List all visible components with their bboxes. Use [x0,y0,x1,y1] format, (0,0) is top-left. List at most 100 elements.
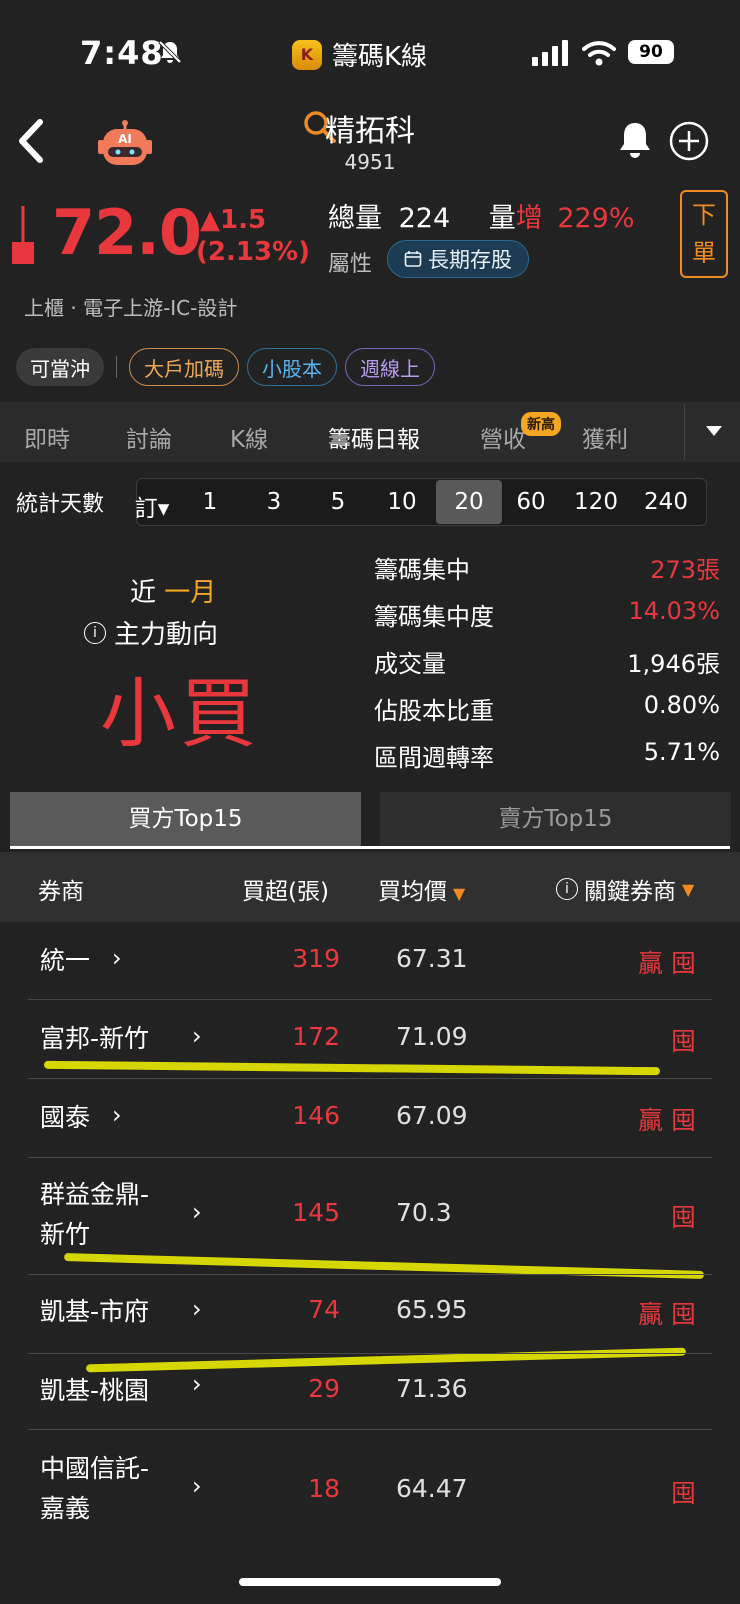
main-trend-label: i 主力動向 [84,614,218,651]
new-high-badge: 新高 [521,412,561,436]
tag-weekly[interactable]: 週線上 [345,348,435,386]
bell-icon[interactable] [616,120,654,162]
vol-inc-label: 量 [488,203,516,234]
add-circle-icon[interactable] [668,120,710,162]
day-option-10[interactable]: 10 [372,489,432,515]
day-option-240[interactable]: 240 [631,489,701,515]
flag-hold: 囤 [670,949,704,978]
stat-volume: 成交量 1,946張 [374,644,720,679]
tab-chip-daily[interactable]: 籌碼日報 [328,420,420,454]
tab-bar: 即時 討論 K線 籌碼日報 營收 獲利 [0,402,740,462]
day-option-20[interactable]: 20 [436,480,502,524]
info-icon[interactable]: i [84,621,106,644]
th-broker: 券商 [38,879,84,905]
key-flags: 贏囤 [638,1101,704,1137]
tab-buy-top15[interactable]: 買方Top15 [10,792,361,846]
stat-value: 273張 [650,556,720,584]
flag-hold: 囤 [670,1300,704,1329]
stat-concentration-ratio: 籌碼集中度 14.03% [374,597,720,632]
chevron-right-icon: › [192,1370,202,1398]
stat-value: 5.71% [643,738,720,766]
table-row[interactable]: 凱基-桃園 › 29 71.36 [0,1354,740,1430]
tab-sell-top15[interactable]: 賣方Top15 [380,792,731,846]
stat-label: 籌碼集中度 [374,603,494,631]
stat-value: 0.80% [643,691,720,719]
th-net[interactable]: 買超(張) [242,872,329,906]
sort-caret-icon: ▼ [453,884,466,903]
tag-big-holder[interactable]: 大戶加碼 [129,348,239,386]
broker-name: 凱基-桃園 [40,1376,150,1405]
status-time: 7:48 [80,34,164,72]
chevron-right-icon: › [192,1295,202,1323]
chevron-right-icon: › [112,1101,122,1129]
broker-name-line2: 新竹 [40,1220,91,1249]
avg-price: 65.95 [396,1295,468,1324]
stat-value: 1,946張 [627,650,720,678]
tab-revenue[interactable]: 營收 [480,420,526,454]
status-app-name: 籌碼K線 [332,42,428,72]
table-row[interactable]: 中國信託- 嘉義 › 18 64.47 囤 [0,1430,740,1550]
sort-caret-icon: ▼ [682,879,695,899]
broker-name: 統一 [40,946,91,975]
industry-label: 上櫃 · 電子上游-IC-設計 [24,296,238,320]
days-label: 統計天數 [16,492,105,517]
volume-label: 總量 [328,203,382,234]
tab-discussion[interactable]: 討論 [126,420,172,454]
flag-hold: 囤 [670,1027,704,1056]
price-change-value: ▲1.5 [200,205,267,235]
price-change-pct: (2.13%) [196,237,310,267]
stat-label: 區間週轉率 [374,744,494,772]
day-option-3[interactable]: 3 [244,489,304,515]
dropdown-triangle-icon[interactable] [704,424,724,438]
net-buy: 172 [292,1022,340,1051]
avg-price: 71.36 [396,1374,468,1403]
avg-price: 71.09 [396,1022,468,1051]
stock-price: 72.0 [52,196,202,269]
period-value: 一月 [164,578,217,608]
day-option-1[interactable]: 1 [180,489,240,515]
th-avg[interactable]: 買均價 ▼ [378,872,465,906]
key-flags: 囤 [671,1022,704,1058]
flag-hold: 囤 [670,1479,704,1508]
attribute-label: 屬性 [328,252,373,277]
stat-value: 14.03% [628,597,720,625]
day-option-120[interactable]: 120 [561,489,631,515]
key-flags: 贏囤 [638,1295,704,1331]
tag-divider [116,356,117,378]
order-label-2: 單 [692,239,716,267]
main-trend-value: 小買 [100,669,260,758]
period-label: 近 一月 [130,572,216,609]
day-custom[interactable]: 訂▾ [131,489,173,523]
broker-name: 群益金鼎- [40,1180,150,1209]
avg-price: 64.47 [396,1474,468,1503]
th-key-broker[interactable]: i 關鍵券商 ▼ [556,872,694,906]
stat-label: 成交量 [374,650,446,678]
silent-bell-icon [158,40,182,64]
net-buy: 29 [308,1374,340,1403]
volume-line: 總量 224 量增 229% [328,196,635,235]
broker-name: 凱基-市府 [40,1297,150,1326]
home-indicator[interactable] [239,1578,501,1586]
broker-name-line2: 嘉義 [40,1494,91,1523]
day-selector: 訂▾ 1 3 5 10 20 60 120 240 [135,478,707,526]
avg-price: 67.09 [396,1101,468,1130]
day-option-5[interactable]: 5 [308,489,368,515]
avg-price: 67.31 [396,944,468,973]
tab-realtime[interactable]: 即時 [24,420,70,454]
info-icon[interactable]: i [556,878,578,900]
price-candle-icon [12,206,34,264]
order-button[interactable]: 下 單 [680,190,728,278]
tab-kline[interactable]: K線 [230,420,268,454]
tag-day-trade[interactable]: 可當沖 [16,348,104,386]
table-row[interactable]: 國泰 › 146 67.09 贏囤 [0,1079,740,1157]
signal-icon [532,40,568,66]
table-row[interactable]: 統一 › 319 67.31 贏囤 [0,922,740,1000]
key-flags: 囤 [671,1198,704,1234]
tag-small-cap[interactable]: 小股本 [247,348,337,386]
tab-profit[interactable]: 獲利 [582,420,628,454]
day-option-60[interactable]: 60 [501,489,561,515]
net-buy: 319 [292,944,340,973]
table-row[interactable]: 凱基-市府 › 74 65.95 贏囤 [0,1275,740,1353]
flag-hold: 囤 [670,1203,704,1232]
attribute-tag[interactable]: 長期存股 [387,240,529,278]
